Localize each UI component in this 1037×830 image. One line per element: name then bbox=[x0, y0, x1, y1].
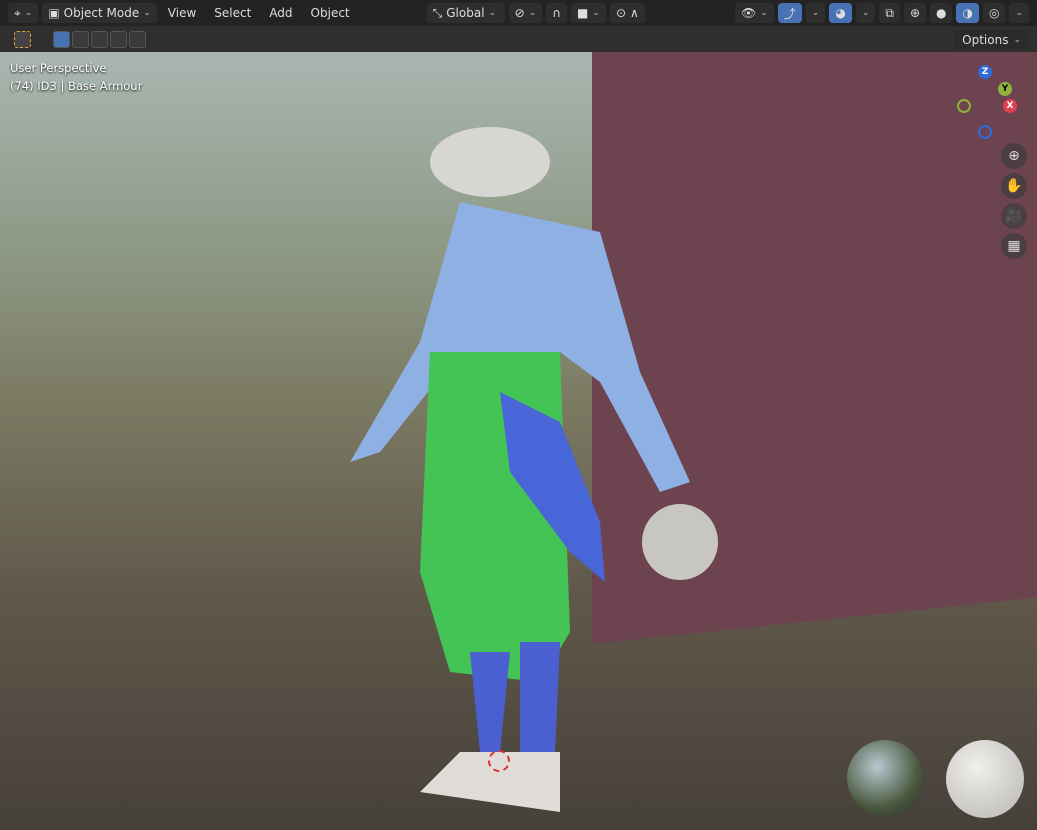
material-preview-sphere bbox=[946, 740, 1024, 818]
proportional-edit-icon: ⊙ bbox=[615, 6, 626, 20]
chevron-down-icon: ⌄ bbox=[488, 8, 497, 18]
hand-pan-icon[interactable]: ✋ bbox=[1001, 173, 1027, 199]
chevron-down-icon: ⌄ bbox=[760, 8, 768, 18]
shading-dropdown[interactable]: ⌄ bbox=[1009, 3, 1029, 23]
zoom-icon[interactable]: ⊕ bbox=[1001, 143, 1027, 169]
gizmo-z-axis[interactable]: Z bbox=[978, 65, 992, 79]
xray-icon: ⧉ bbox=[885, 5, 894, 20]
editor-type-button[interactable]: ⌖ ⌄ bbox=[8, 3, 39, 23]
orientation-dropdown[interactable]: ⤡ Global ⌄ bbox=[426, 3, 505, 23]
overlay-toggle[interactable]: ◕ bbox=[829, 3, 852, 23]
chevron-down-icon: ⌄ bbox=[861, 8, 870, 18]
magnet-icon: ∩ bbox=[552, 6, 562, 20]
menu-object[interactable]: Object bbox=[304, 6, 357, 20]
tool-settings-row bbox=[0, 26, 1037, 52]
gizmo-neg-y-axis[interactable] bbox=[957, 99, 971, 113]
select-intersect-mode[interactable] bbox=[129, 30, 146, 48]
xray-toggle[interactable]: ⧉ bbox=[879, 3, 900, 23]
material-preview-icon: ◑ bbox=[962, 6, 973, 20]
snap-toggle[interactable]: ∩ bbox=[546, 3, 568, 23]
shading-rendered[interactable]: ◎ bbox=[982, 3, 1006, 23]
chevron-down-icon: ⌄ bbox=[1013, 35, 1021, 45]
3d-viewport[interactable]: User Perspective (74) ID3 | Base Armour … bbox=[0, 52, 1037, 830]
viewport-header: ⌖ ⌄ ▣ Object Mode ⌄ View Select Add Object … bbox=[0, 0, 1037, 26]
shading-material[interactable]: ◑ bbox=[956, 3, 979, 23]
camera-icon[interactable]: 🎥 bbox=[1001, 203, 1027, 229]
menu-add[interactable]: Add bbox=[262, 6, 299, 20]
chevron-down-icon: ⌄ bbox=[24, 8, 33, 18]
select-extend-mode[interactable] bbox=[72, 30, 89, 48]
options-label: Options bbox=[962, 33, 1009, 47]
rendered-icon: ◎ bbox=[988, 6, 1000, 20]
orientation-label: Global bbox=[446, 6, 485, 20]
mode-label: Object Mode bbox=[63, 6, 140, 20]
perspective-label: User Perspective bbox=[10, 61, 107, 75]
character-model bbox=[350, 127, 718, 812]
snap-target-dropdown[interactable]: ■ ⌄ bbox=[571, 3, 606, 23]
menu-view[interactable]: View bbox=[161, 6, 203, 20]
hdri-preview-sphere bbox=[847, 740, 923, 816]
perspective-grid-icon[interactable]: ▦ bbox=[1001, 233, 1027, 259]
select-new-mode[interactable] bbox=[53, 30, 70, 48]
chevron-down-icon: ⌄ bbox=[592, 8, 600, 18]
object-mode-icon: ▣ bbox=[48, 6, 60, 20]
select-invert-mode[interactable] bbox=[110, 30, 127, 48]
gizmo-toggle[interactable]: ⤴ bbox=[777, 3, 802, 23]
options-dropdown[interactable]: Options ⌄ bbox=[954, 30, 1029, 50]
shading-wireframe[interactable]: ⊕ bbox=[903, 3, 926, 23]
object-info-label: (74) ID3 | Base Armour bbox=[10, 79, 143, 93]
chevron-down-icon: ⌄ bbox=[811, 8, 820, 18]
falloff-icon: ∧ bbox=[630, 6, 639, 20]
select-subtract-mode[interactable] bbox=[91, 30, 108, 48]
chevron-down-icon: ⌄ bbox=[143, 8, 151, 18]
overlay-icon: ◕ bbox=[835, 6, 846, 20]
menu-select[interactable]: Select bbox=[207, 6, 258, 20]
pivot-dropdown[interactable]: ⊘ ⌄ bbox=[508, 3, 543, 23]
gizmo-y-axis[interactable]: Y bbox=[998, 82, 1012, 96]
select-box-tool-icon[interactable] bbox=[14, 30, 31, 48]
pivot-icon: ⊘ bbox=[514, 6, 525, 20]
gizmo-neg-z-axis[interactable] bbox=[978, 125, 992, 139]
solid-icon: ● bbox=[936, 6, 947, 20]
overlay-dropdown[interactable]: ⌄ bbox=[855, 3, 876, 23]
snap-increment-icon: ■ bbox=[577, 6, 589, 20]
gizmo-icon: ⤴ bbox=[783, 6, 796, 21]
wireframe-icon: ⊕ bbox=[909, 6, 920, 20]
mode-dropdown[interactable]: ▣ Object Mode ⌄ bbox=[42, 3, 157, 23]
editor-type-icon: ⌖ bbox=[14, 5, 21, 20]
chevron-down-icon: ⌄ bbox=[528, 8, 537, 18]
visibility-dropdown[interactable]: 👁 ⌄ bbox=[734, 3, 774, 23]
3d-cursor-icon[interactable] bbox=[488, 750, 510, 772]
proportional-edit-toggle[interactable]: ⊙ ∧ bbox=[609, 3, 645, 23]
gizmo-dropdown[interactable]: ⌄ bbox=[805, 3, 826, 23]
transform-orientation-icon: ⤡ bbox=[432, 5, 443, 20]
eye-icon: 👁 bbox=[740, 6, 757, 20]
gizmo-x-axis[interactable]: X bbox=[1003, 99, 1017, 113]
shading-solid[interactable]: ● bbox=[930, 3, 953, 23]
chevron-down-icon: ⌄ bbox=[1015, 8, 1023, 18]
